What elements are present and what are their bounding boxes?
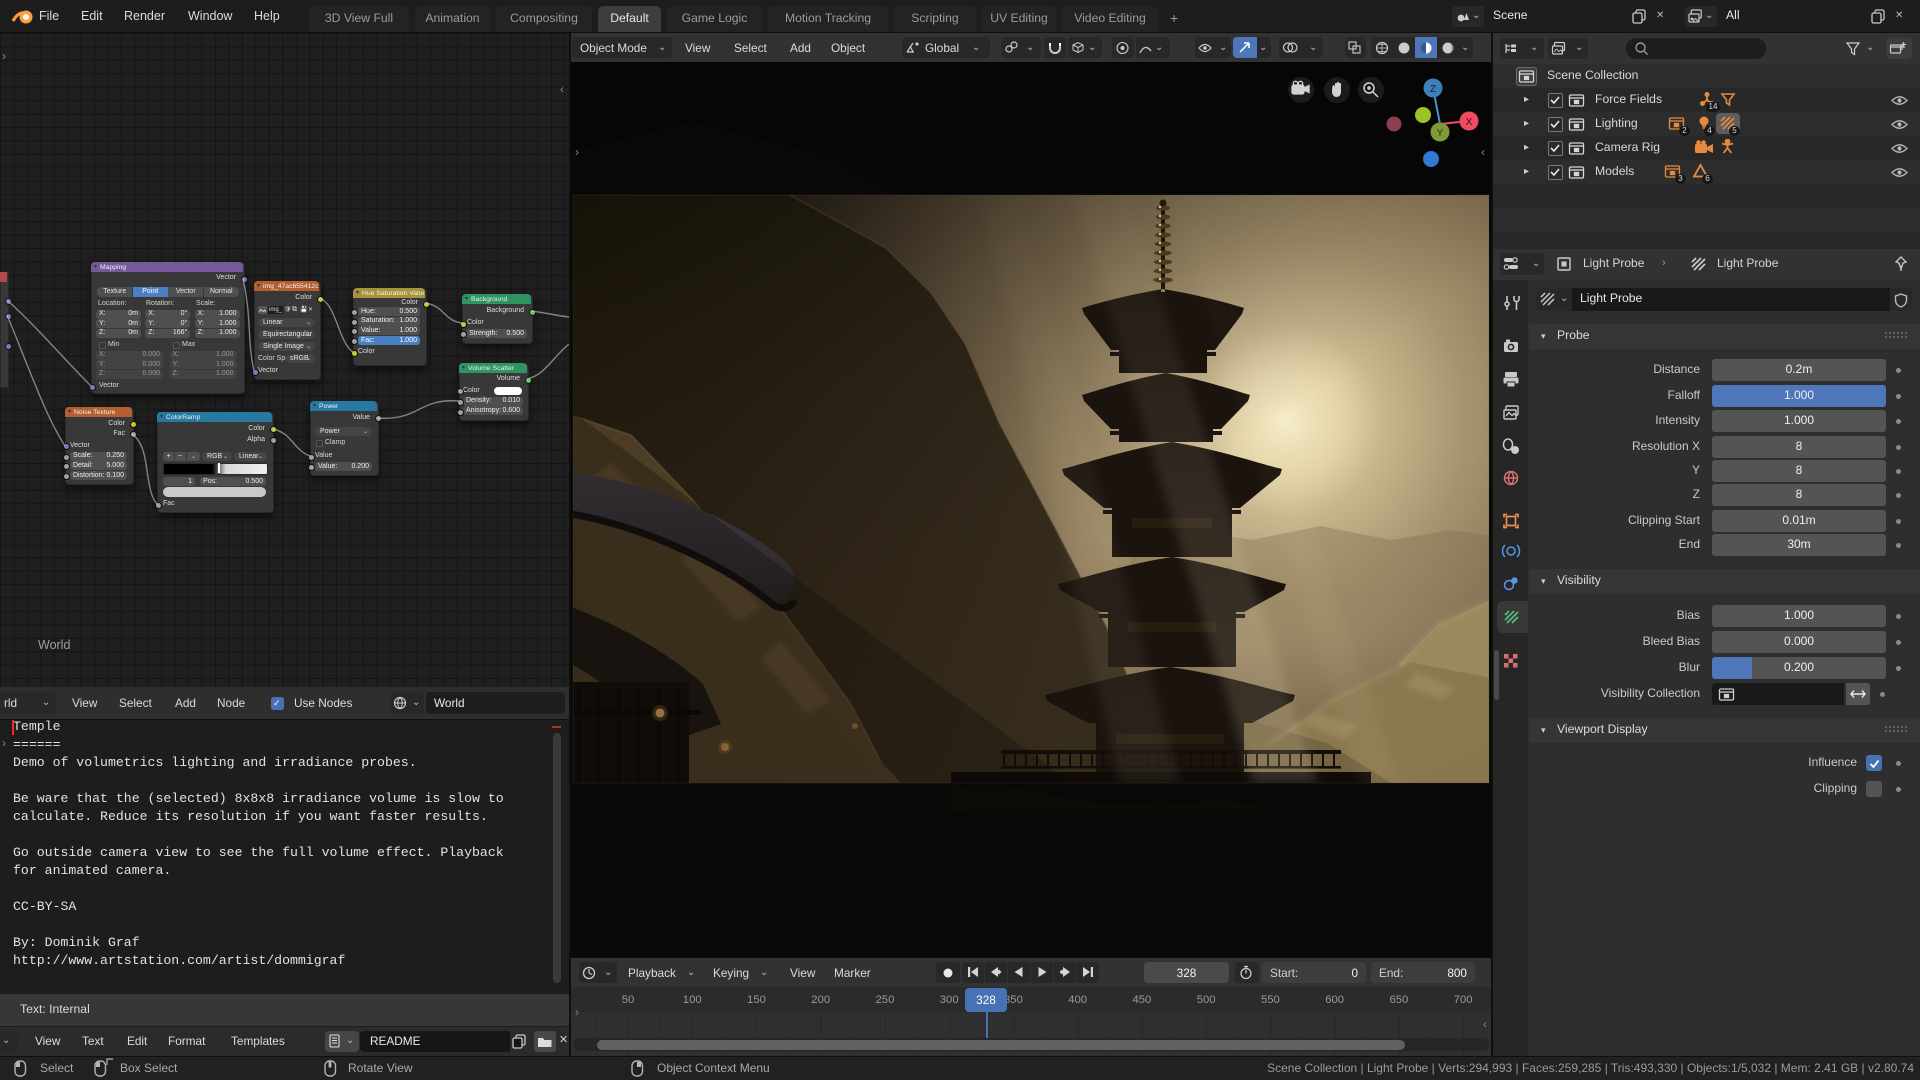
svg-text:‹: ‹ <box>1481 145 1485 159</box>
svg-text:Z: Z <box>1430 84 1436 95</box>
svg-text:Y: Y <box>1437 128 1444 139</box>
svg-text:›: › <box>575 145 579 159</box>
svg-text:X: X <box>1466 117 1473 128</box>
